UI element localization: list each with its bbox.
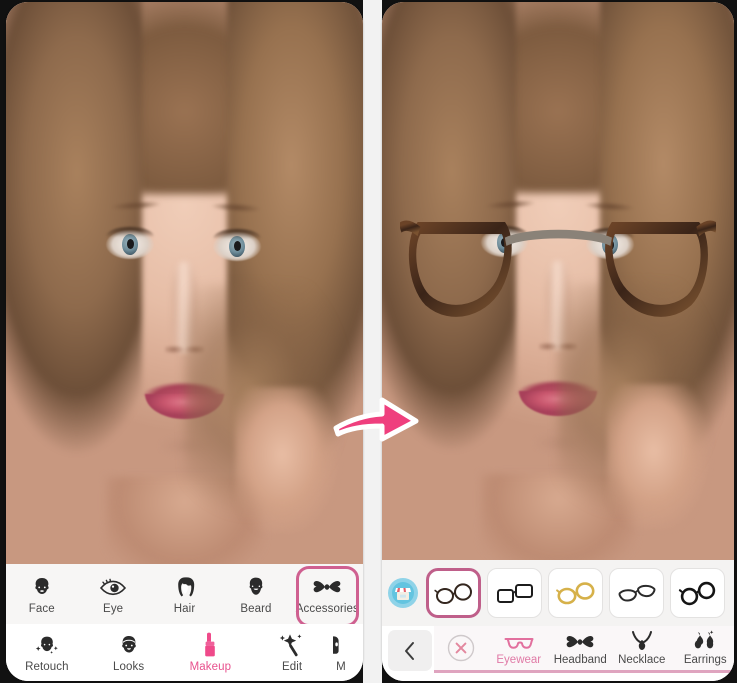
lipstick-icon	[195, 632, 225, 658]
tool-eye[interactable]: Eye	[77, 564, 148, 624]
close-circle-icon	[447, 634, 475, 662]
nav-label: Retouch	[25, 661, 69, 673]
eyewear-thumbnail-strip[interactable]	[382, 560, 734, 626]
thumb-glasses-square-black[interactable]	[487, 568, 542, 618]
category-label: Earrings	[683, 654, 727, 666]
glasses-round-black-icon	[678, 581, 715, 606]
portrait-image-after	[382, 2, 734, 564]
accessory-category-bar: Eyewear Headband Necklace Earrings	[382, 626, 734, 681]
looks-face-icon	[114, 632, 144, 658]
tool-face[interactable]: Face	[6, 564, 77, 624]
category-label: Eyewear	[496, 654, 542, 666]
tool-beard[interactable]: Beard	[220, 564, 291, 624]
more-icon	[333, 632, 355, 658]
nav-edit[interactable]: Edit	[251, 624, 333, 681]
thumb-glasses-round-tortoise[interactable]	[426, 568, 481, 618]
category-eyewear[interactable]: Eyewear	[488, 626, 550, 670]
glasses-cateye-dark-icon	[618, 584, 655, 602]
nav-label: Looks	[113, 661, 145, 673]
thumb-glasses-gold-wire[interactable]	[548, 568, 603, 618]
magic-wand-icon	[277, 632, 307, 658]
retouch-face-icon	[32, 632, 62, 658]
glasses-square-black-icon	[496, 584, 533, 603]
after-photo[interactable]	[382, 2, 734, 564]
tool-accessories[interactable]: Accessories	[292, 564, 363, 627]
thumb-glasses-round-black[interactable]	[670, 568, 725, 618]
beard-icon	[241, 574, 271, 600]
after-panel: Eyewear Headband Necklace Earrings	[382, 2, 734, 681]
panel-divider	[363, 0, 382, 683]
necklace-icon	[630, 630, 654, 652]
tool-label: Hair	[173, 602, 196, 615]
right-arrow-icon	[333, 397, 419, 442]
after-toolbar: Eyewear Headband Necklace Earrings	[382, 560, 734, 681]
before-panel: Face Eye Hair Beard Accessories Retouch …	[6, 2, 363, 681]
before-toolbar: Face Eye Hair Beard Accessories Retouch …	[6, 564, 363, 681]
store-shop-icon[interactable]	[388, 578, 418, 608]
screenshot-root: Face Eye Hair Beard Accessories Retouch …	[0, 0, 737, 683]
glasses-round-tortoise-icon	[433, 583, 472, 604]
tool-label: Accessories	[295, 602, 359, 615]
nav-label: M	[336, 661, 346, 673]
tool-label: Beard	[240, 602, 272, 615]
nav-more[interactable]: M	[333, 624, 363, 681]
applied-eyewear-overlay	[399, 220, 717, 318]
tool-label: Eye	[103, 602, 124, 615]
category-earrings[interactable]: Earrings	[673, 626, 735, 670]
glasses-gold-wire-icon	[555, 582, 594, 605]
portrait-image-before	[6, 2, 363, 568]
chevron-left-icon	[405, 641, 414, 660]
category-necklace[interactable]: Necklace	[611, 626, 673, 670]
close-button[interactable]	[434, 633, 488, 663]
nav-label: Edit	[282, 661, 303, 673]
tool-hair[interactable]: Hair	[149, 564, 220, 624]
nav-looks[interactable]: Looks	[88, 624, 170, 681]
hair-icon	[170, 574, 200, 600]
bow-icon	[312, 574, 342, 600]
bow-icon	[565, 630, 595, 652]
face-icon	[27, 574, 57, 600]
category-label: Necklace	[618, 654, 666, 666]
back-button[interactable]	[388, 630, 432, 671]
nav-label: Makeup	[189, 661, 232, 673]
main-nav-row: Retouch Looks Makeup Edit M	[6, 624, 363, 681]
category-headband[interactable]: Headband	[550, 626, 612, 670]
category-strip: Eyewear Headband Necklace Earrings	[434, 626, 734, 673]
eye-icon	[98, 574, 128, 600]
earrings-icon	[690, 630, 716, 652]
thumb-glasses-cateye-dark[interactable]	[609, 568, 664, 618]
nav-makeup[interactable]: Makeup	[170, 624, 252, 681]
nav-retouch[interactable]: Retouch	[6, 624, 88, 681]
tool-label: Face	[28, 602, 55, 615]
before-photo[interactable]	[6, 2, 363, 568]
eyeglasses-icon	[504, 630, 534, 652]
feature-tool-row: Face Eye Hair Beard Accessories	[6, 564, 363, 627]
category-label: Headband	[553, 654, 607, 666]
